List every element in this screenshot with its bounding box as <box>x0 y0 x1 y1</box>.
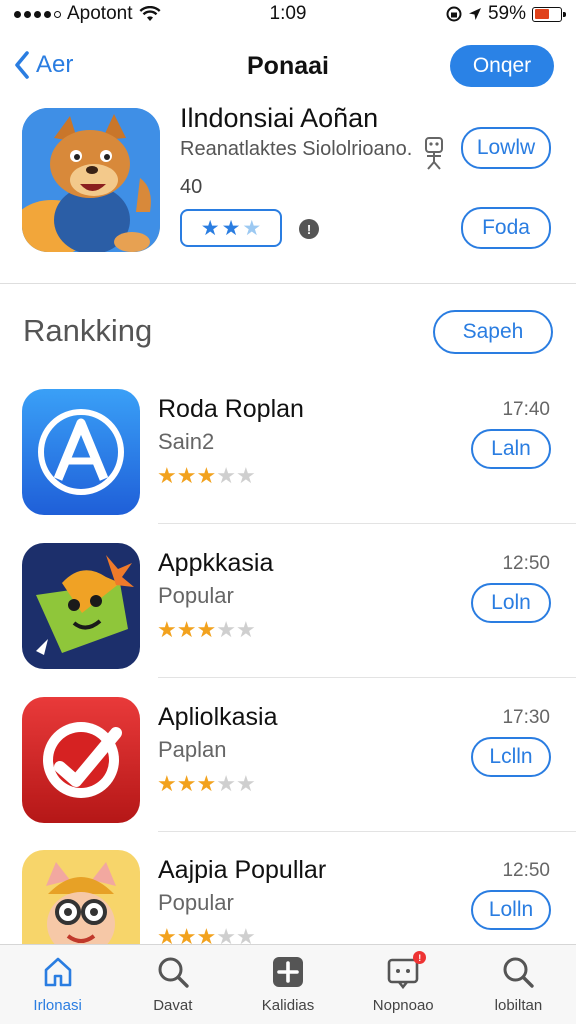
row-divider <box>158 523 576 524</box>
signal-strength-icon <box>14 10 61 18</box>
ranking-action-button[interactable]: Sapeh <box>433 310 553 354</box>
star-icon: ★ <box>176 617 197 642</box>
navigation-bar: Aer Ponaai Onqer <box>0 40 576 94</box>
notification-badge-icon: ! <box>413 951 427 964</box>
location-icon <box>468 8 481 20</box>
featured-app-subtitle: Reanatlaktes Siololrioano. <box>180 138 413 160</box>
star-icon: ★ <box>216 463 236 488</box>
lock-rotation-icon <box>446 6 462 22</box>
featured-app-count: 40 <box>180 176 203 198</box>
tab-search[interactable]: Davat <box>115 945 230 1024</box>
app-time: 12:50 <box>502 553 550 574</box>
app-time: 12:50 <box>502 860 550 881</box>
get-button[interactable]: Loln <box>471 583 551 623</box>
featured-foda-button[interactable]: Foda <box>461 207 551 249</box>
featured-lowlw-button[interactable]: Lowlw <box>461 127 551 169</box>
ranking-title: Rankking <box>23 313 153 348</box>
battery-level <box>534 9 550 19</box>
wifi-icon <box>138 6 161 21</box>
star-icon: ★ <box>235 771 256 796</box>
info-icon[interactable]: ! <box>299 219 319 239</box>
status-bar: Apotont 1:09 59% <box>0 0 576 28</box>
fox-character-app-icon[interactable] <box>22 108 160 252</box>
tab-label: Davat <box>153 997 193 1014</box>
ranking-row[interactable]: Apliolkasia Paplan ★★★★★ 17:30 Lclln <box>0 697 576 851</box>
star-rating: ★★★★★ <box>157 771 256 797</box>
app-time: 17:30 <box>502 707 550 728</box>
status-right: 59% <box>446 3 566 25</box>
star-icon: ★ <box>157 617 177 642</box>
tab-explore[interactable]: lobiltan <box>461 945 576 1024</box>
get-button[interactable]: Lolln <box>471 890 551 930</box>
notification-icon-wrap: ! <box>386 951 427 990</box>
app-subtitle: Popular <box>158 890 234 915</box>
app-subtitle: Popular <box>158 583 234 608</box>
featured-app-title: Ilndonsiai Aoñan <box>180 103 379 133</box>
featured-app[interactable]: Ilndonsiai Aoñan Reanatlaktes Siololrioa… <box>0 100 576 280</box>
get-button[interactable]: Lclln <box>471 737 551 777</box>
plus-square-icon <box>273 957 303 987</box>
star-icon: ★ <box>176 463 197 488</box>
row-divider <box>158 677 576 678</box>
star-icon: ★ <box>196 771 217 796</box>
app-name: Appkkasia <box>158 549 274 577</box>
star-icon: ★ <box>200 216 220 240</box>
ranking-row[interactable]: Roda Roplan Sain2 ★★★★★ 17:40 Laln <box>0 389 576 543</box>
star-icon: ★ <box>216 617 236 642</box>
person-icon <box>425 137 443 170</box>
app-time: 17:40 <box>502 399 550 420</box>
search-icon <box>503 957 535 988</box>
get-button[interactable]: Laln <box>471 429 551 469</box>
tab-label: lobiltan <box>494 997 543 1014</box>
check-circle-icon[interactable] <box>22 697 140 823</box>
game-character-icon[interactable] <box>22 543 140 669</box>
ranking-row[interactable]: Appkkasia Popular ★★★★★ 12:50 Loln <box>0 543 576 697</box>
tab-bar: Irlonasi Davat Kalidias ! Nopnoao lobilt… <box>0 944 576 1024</box>
star-icon: ★ <box>235 617 256 642</box>
nav-action-button[interactable]: Onqer <box>450 45 554 87</box>
star-rating: ★★★★★ <box>157 463 256 489</box>
status-left: Apotont <box>14 3 161 25</box>
star-icon: ★ <box>196 617 217 642</box>
tab-label: Nopnoao <box>372 997 434 1014</box>
star-rating: ★★★★★ <box>157 617 256 643</box>
search-icon <box>158 957 189 988</box>
star-icon: ★ <box>216 771 236 796</box>
star-icon: ★ <box>235 463 256 488</box>
carrier-label: Apotont <box>67 3 133 24</box>
star-icon: ★ <box>196 463 217 488</box>
star-icon: ★ <box>242 216 262 240</box>
star-icon: ★ <box>157 771 177 796</box>
app-name: Roda Roplan <box>158 395 304 423</box>
star-icon: ★ <box>221 216 241 240</box>
section-divider <box>0 283 576 284</box>
app-name: Aajpia Popullar <box>158 856 327 884</box>
battery-percent: 59% <box>487 3 526 24</box>
row-divider <box>158 831 576 832</box>
tab-notifications[interactable]: ! Nopnoao <box>346 945 461 1024</box>
app-subtitle: Paplan <box>158 737 227 762</box>
star-icon: ★ <box>176 771 197 796</box>
tab-label: Irlonasi <box>33 997 82 1014</box>
home-icon <box>44 957 71 987</box>
app-subtitle: Sain2 <box>158 429 215 454</box>
featured-rating[interactable]: ★ ★ ★ <box>180 209 282 247</box>
tab-label: Kalidias <box>261 997 315 1014</box>
battery-icon <box>532 6 566 22</box>
app-name: Apliolkasia <box>158 703 278 731</box>
app-store-icon[interactable] <box>22 389 140 515</box>
tab-home[interactable]: Irlonasi <box>0 945 115 1024</box>
tab-add[interactable]: Kalidias <box>230 945 345 1024</box>
star-icon: ★ <box>157 463 177 488</box>
